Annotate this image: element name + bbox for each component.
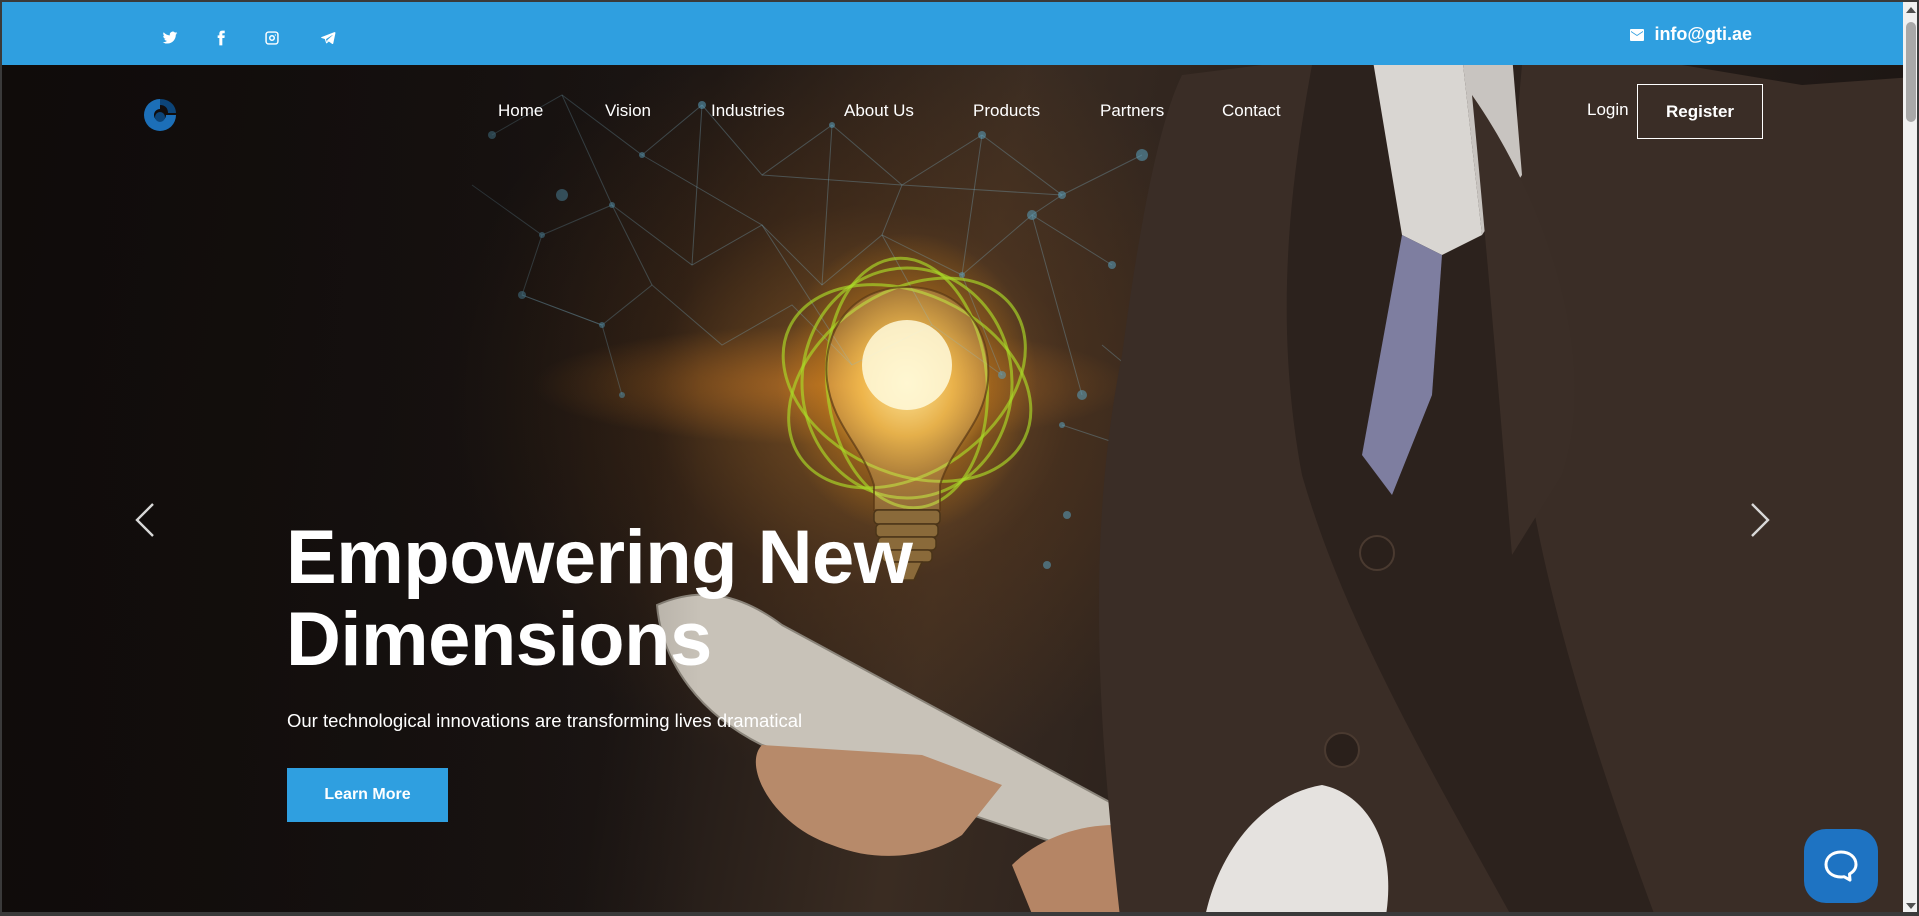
nav-contact[interactable]: Contact [1222, 101, 1281, 121]
learn-more-button[interactable]: Learn More [287, 768, 448, 822]
contact-email[interactable]: info@gti.ae [1630, 24, 1752, 45]
instagram-icon[interactable] [262, 28, 282, 48]
nav-industries[interactable]: Industries [711, 101, 785, 121]
scroll-up-arrow-icon[interactable] [1903, 2, 1917, 18]
page-scrollbar[interactable] [1903, 2, 1917, 912]
slider-next-arrow[interactable] [1748, 500, 1772, 540]
nav-home[interactable]: Home [498, 101, 543, 121]
nav-about-us[interactable]: About Us [844, 101, 914, 121]
telegram-icon[interactable] [318, 28, 338, 48]
hero-title-line2: Dimensions [286, 597, 712, 682]
hero-subtitle: Our technological innovations are transf… [287, 710, 803, 731]
twitter-icon[interactable] [160, 28, 180, 48]
top-contact-bar: info@gti.ae [2, 2, 1903, 65]
nav-vision[interactable]: Vision [605, 101, 651, 121]
envelope-icon [1630, 28, 1645, 41]
businessman-illustration [1098, 65, 1903, 912]
nav-partners[interactable]: Partners [1100, 101, 1164, 121]
chat-bubble-icon [1824, 850, 1858, 882]
nav-products[interactable]: Products [973, 101, 1040, 121]
login-link[interactable]: Login [1587, 100, 1629, 120]
gti-logo[interactable] [139, 94, 181, 136]
scrollbar-thumb[interactable] [1906, 22, 1916, 122]
chat-widget-button[interactable] [1804, 829, 1878, 903]
hero-title-line1: Empowering New [286, 515, 913, 600]
scroll-down-arrow-icon[interactable] [1903, 898, 1917, 912]
register-button[interactable]: Register [1637, 84, 1763, 139]
email-text: info@gti.ae [1654, 24, 1752, 44]
browser-viewport: info@gti.ae Home Vision Industries About… [0, 0, 1919, 916]
facebook-icon[interactable] [211, 28, 231, 48]
slider-prev-arrow[interactable] [133, 500, 157, 540]
hero-title: Empowering New Dimensions [286, 515, 913, 682]
